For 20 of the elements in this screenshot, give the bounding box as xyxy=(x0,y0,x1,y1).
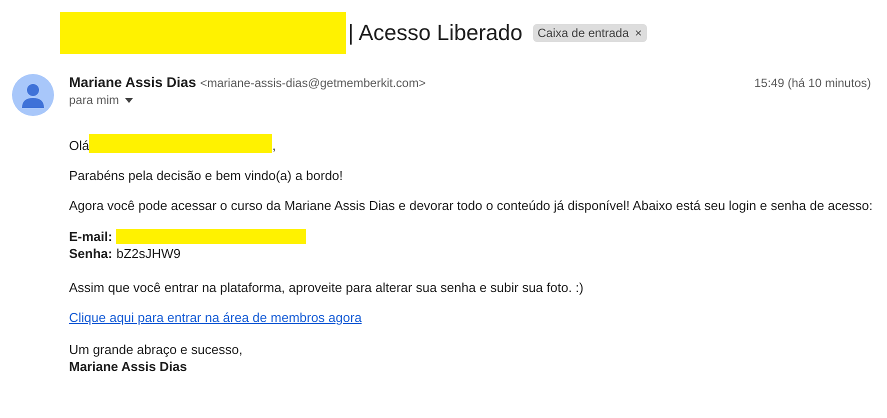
remove-label-button[interactable]: × xyxy=(634,26,642,40)
credential-label: Senha: xyxy=(69,246,112,261)
avatar-icon xyxy=(12,74,54,116)
body-paragraph: Assim que você entrar na plataforma, aproveite para alterar sua senha e subir sua foto. :) xyxy=(69,280,584,295)
sender-email: <mariane-assis-dias@getmemberkit.com> xyxy=(200,76,426,90)
credential-label: E-mail: xyxy=(69,229,112,244)
closing-text: Um grande abraço e sucesso, xyxy=(69,342,244,357)
sender-name: Mariane Assis Dias xyxy=(69,74,196,90)
greeting-text: Olá xyxy=(69,138,90,153)
members-area-link[interactable]: Clique aqui para entrar na área de membros agora xyxy=(69,310,362,325)
message-time: 15:49 (há 10 minutos) xyxy=(754,76,871,90)
recipient-dropdown[interactable]: para mim xyxy=(69,93,134,107)
credential-value: bZ2sJHW9 xyxy=(116,246,181,261)
inbox-label: Caixa de entrada × xyxy=(532,24,647,42)
email-subject: | Acesso Liberado xyxy=(348,20,522,46)
caret-icon xyxy=(125,98,134,102)
greeting-comma: , xyxy=(272,138,276,153)
body-paragraph: Agora você pode acessar o curso da Mariane Assis Dias e devorar todo o conteúdo já disponível! Abaixo está seu login e senha de acesso: xyxy=(69,198,874,213)
signature-name: Mariane Assis Dias xyxy=(69,359,188,374)
body-paragraph: Parabéns pela decisão e bem vindo(a) a bordo! xyxy=(69,168,344,183)
